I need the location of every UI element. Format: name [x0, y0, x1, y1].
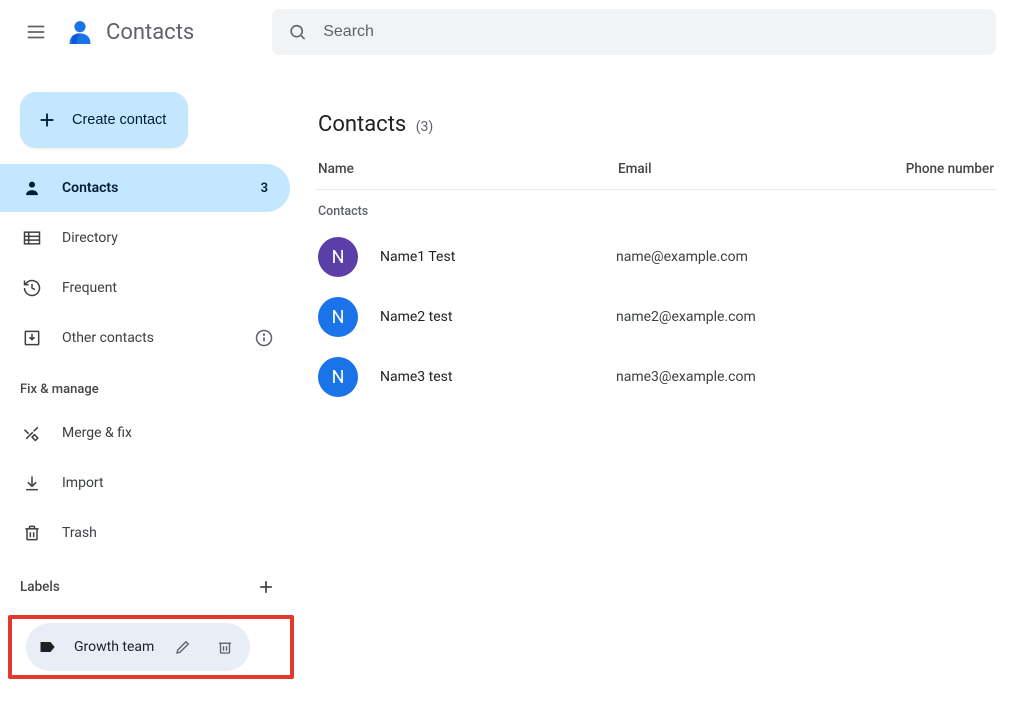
plus-icon [256, 577, 276, 597]
download-icon [22, 473, 42, 493]
sidebar-item-directory[interactable]: Directory [0, 214, 290, 262]
sidebar-item-label: Trash [62, 525, 274, 541]
sidebar-item-import[interactable]: Import [0, 459, 290, 507]
topbar: Contacts [0, 0, 1012, 64]
column-header-phone[interactable]: Phone number [868, 161, 994, 177]
avatar: N [318, 297, 358, 337]
search-icon [288, 22, 307, 42]
contacts-panel: Contacts (3) Name Email Phone number Con… [308, 88, 1004, 423]
hamburger-icon [25, 21, 47, 43]
fix-manage-title: Fix & manage [0, 364, 300, 407]
trash-icon [22, 523, 42, 543]
label-item-growth-team[interactable]: Growth team [26, 623, 250, 671]
app-title: Contacts [106, 20, 194, 45]
contact-row[interactable]: N Name3 testname3@example.com [316, 347, 996, 407]
sidebar-item-frequent[interactable]: Frequent [0, 264, 290, 312]
contact-name: Name3 test [380, 369, 616, 385]
panel-title-text: Contacts [318, 112, 406, 137]
sidebar-item-label: Directory [62, 230, 274, 246]
sidebar-item-label: Merge & fix [62, 425, 274, 441]
sidebar: Create contact Contacts 3 Directory Freq… [0, 64, 300, 726]
sidebar-item-other-contacts[interactable]: Other contacts [0, 314, 290, 362]
person-icon [22, 178, 42, 198]
contact-row[interactable]: N Name2 testname2@example.com [316, 287, 996, 347]
contact-name: Name1 Test [380, 249, 616, 265]
create-contact-button[interactable]: Create contact [20, 92, 188, 148]
history-icon [22, 278, 42, 298]
plus-icon [36, 109, 58, 131]
delete-label-button[interactable] [212, 634, 238, 660]
main-content: Contacts (3) Name Email Phone number Con… [300, 64, 1012, 726]
group-label: Contacts [316, 190, 996, 227]
sidebar-item-label: Import [62, 475, 274, 491]
sidebar-item-trash[interactable]: Trash [0, 509, 290, 557]
main-menu-button[interactable] [16, 12, 56, 52]
sidebar-item-merge-fix[interactable]: Merge & fix [0, 409, 290, 457]
avatar: N [318, 237, 358, 277]
tools-icon [22, 423, 42, 443]
label-icon [38, 637, 58, 657]
column-header-name[interactable]: Name [318, 161, 618, 177]
annotation-highlight: Growth team [8, 615, 294, 679]
create-contact-label: Create contact [72, 112, 166, 128]
contacts-count: 3 [261, 181, 274, 196]
sidebar-item-label: Other contacts [62, 330, 236, 346]
avatar: N [318, 357, 358, 397]
contact-name: Name2 test [380, 309, 616, 325]
sidebar-item-contacts[interactable]: Contacts 3 [0, 164, 290, 212]
panel-title-count: (3) [416, 119, 434, 135]
table-header: Name Email Phone number [316, 141, 996, 190]
edit-label-button[interactable] [170, 634, 196, 660]
labels-title: Labels [20, 579, 60, 595]
column-header-email[interactable]: Email [618, 161, 868, 177]
sidebar-item-label: Frequent [62, 280, 274, 296]
contact-email: name2@example.com [616, 309, 866, 325]
archive-icon [22, 328, 42, 348]
info-icon[interactable] [254, 328, 274, 348]
contact-email: name3@example.com [616, 369, 866, 385]
contact-email: name@example.com [616, 249, 866, 265]
app-brand[interactable]: Contacts [64, 16, 194, 48]
contacts-logo-icon [64, 16, 96, 48]
directory-icon [22, 228, 42, 248]
search-input[interactable] [323, 23, 980, 41]
contact-row[interactable]: N Name1 Testname@example.com [316, 227, 996, 287]
add-label-button[interactable] [256, 577, 276, 597]
label-item-text: Growth team [74, 639, 154, 655]
pencil-icon [174, 638, 192, 656]
search-bar[interactable] [272, 9, 996, 55]
trash-icon [216, 638, 234, 656]
sidebar-item-label: Contacts [62, 180, 243, 196]
